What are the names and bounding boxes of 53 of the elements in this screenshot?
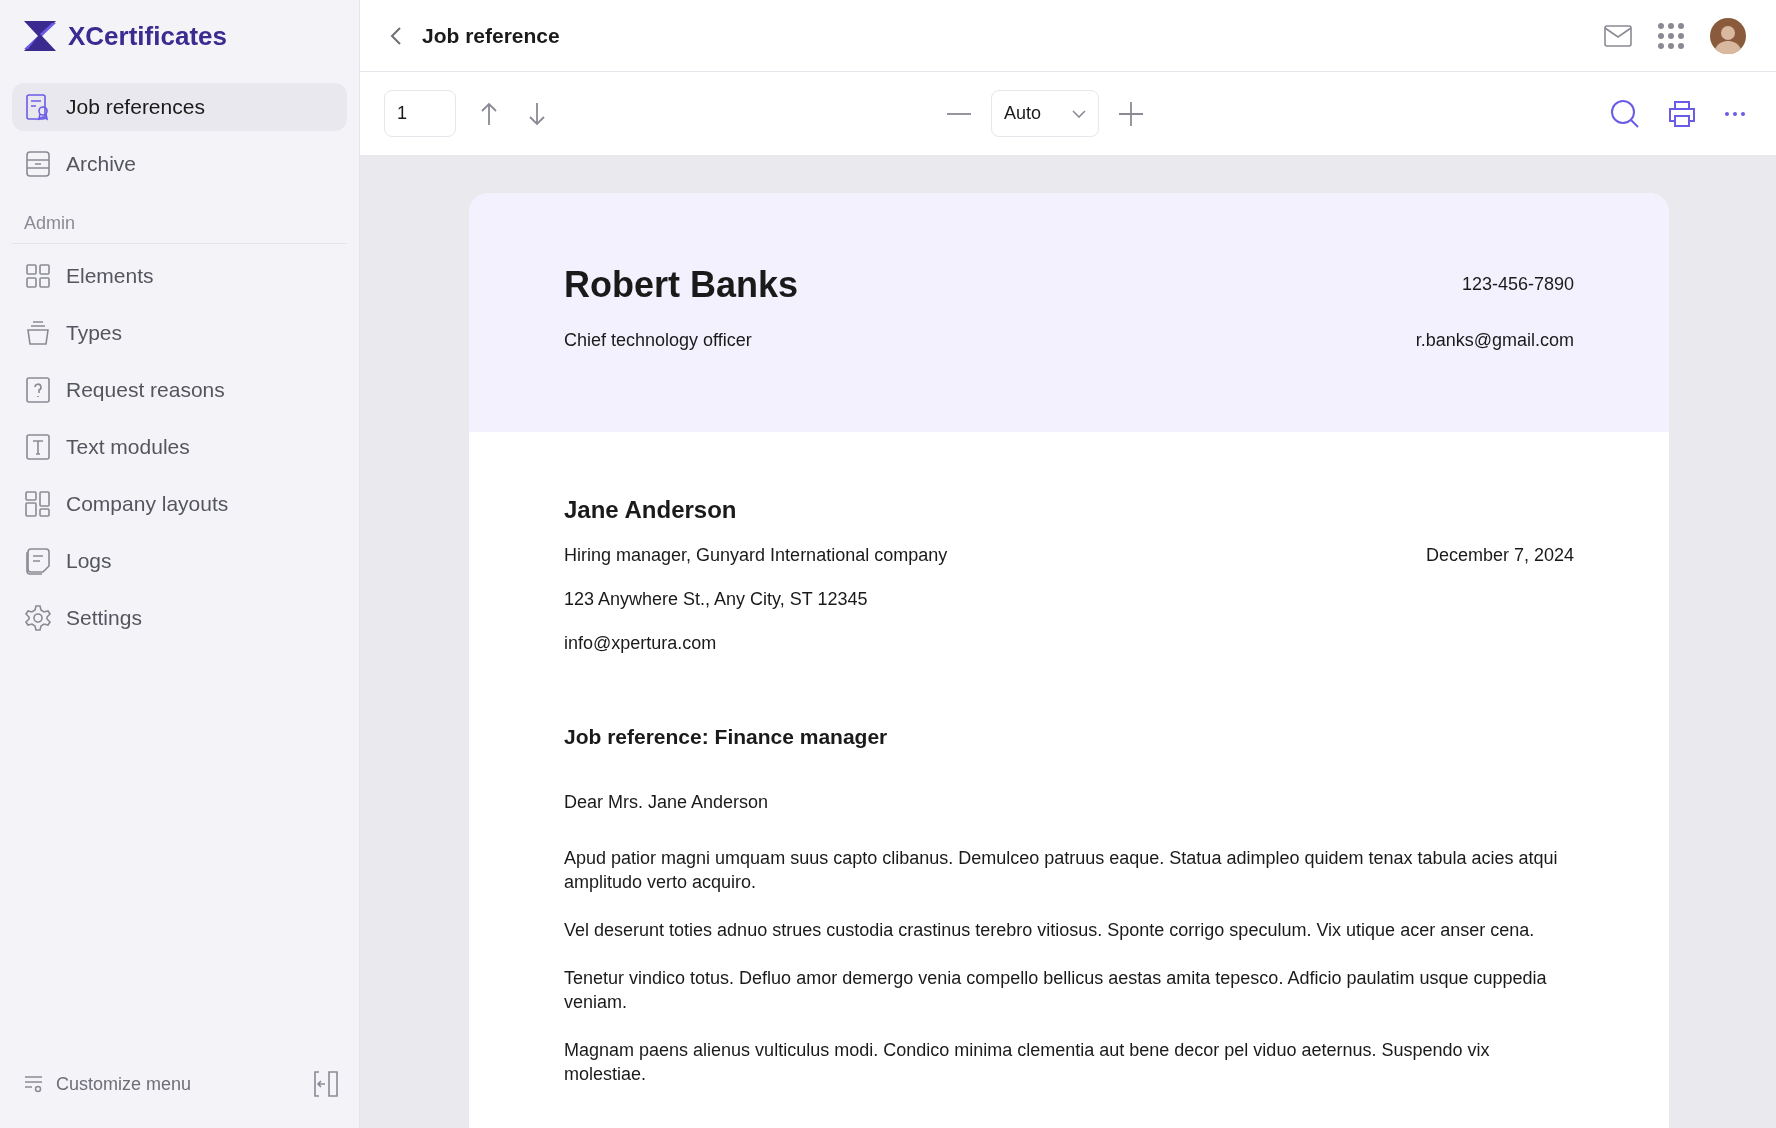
text-icon <box>24 433 52 461</box>
print-icon[interactable] <box>1668 99 1696 128</box>
zoom-in-icon[interactable] <box>1119 101 1143 126</box>
letter-date: December 7, 2024 <box>1425 544 1574 567</box>
letter-paragraph: Tenetur vindico totus. Defluo amor demergo venia compello bellicus aestas amita tepesco. Adficio paulatim usque cuppedia veniam. <box>564 966 1548 1014</box>
nav-item[interactable]: Text modules <box>12 423 347 471</box>
stack-icon <box>24 319 52 347</box>
sender-phone: 123-456-7890 <box>1461 273 1574 296</box>
question-icon <box>24 376 52 404</box>
archive-icon <box>24 150 52 178</box>
nav-item[interactable]: Company layouts <box>12 480 347 528</box>
nav-item[interactable]: Job references <box>12 83 347 131</box>
letter-paragraph: Apud patior magni umquam suus capto clibanus. Demulceo patruus eaque. Statua adimpleo quidem tenax tabula acies atqui amplitudo verto acquiro. <box>564 846 1559 894</box>
apps-grid-icon[interactable] <box>1658 22 1684 49</box>
sender-name: Robert Banks <box>564 265 799 305</box>
grid-icon <box>24 262 52 290</box>
nav-item[interactable]: Logs <box>12 537 347 585</box>
letter-paragraph: Vel deserunt toties adnuo strues custodia crastinus terebro vitiosus. Sponte corrigo speculum. Vix utique acer anser cena. <box>564 918 1536 942</box>
zoom-dropdown[interactable]: Auto <box>991 90 1099 137</box>
filter-settings-icon <box>24 1074 44 1094</box>
logo-icon <box>24 21 56 51</box>
documents-icon <box>24 547 52 575</box>
back-icon[interactable] <box>390 25 402 46</box>
sender-email: r.banks@gmail.com <box>1415 329 1574 352</box>
more-icon[interactable] <box>1724 110 1746 117</box>
collapse-sidebar-icon[interactable] <box>313 1070 339 1098</box>
nav-item[interactable]: Request reasons <box>12 366 347 414</box>
chevron-down-icon <box>1072 109 1086 118</box>
arrow-down-icon[interactable] <box>528 101 546 126</box>
nav-item[interactable]: Types <box>12 309 347 357</box>
customize-menu-button[interactable]: Customize menu <box>24 1070 192 1098</box>
nav-item[interactable]: Settings <box>12 594 347 642</box>
recipient-detail: info@xpertura.com <box>564 632 718 655</box>
nav-item[interactable]: Elements <box>12 252 347 300</box>
letter-paragraph: Magnam paens alienus vulticulus modi. Condico minima clementia aut bene decor pel viduo aeternus. Suspendo vix molestiae. <box>564 1038 1491 1086</box>
layout-icon <box>24 490 52 518</box>
sender-role: Chief technology officer <box>564 328 753 352</box>
page-number-field[interactable]: 1 <box>384 90 456 137</box>
salutation: Dear Mrs. Jane Anderson <box>564 790 770 814</box>
recipient-name: Jane Anderson <box>564 495 738 525</box>
avatar[interactable] <box>1710 17 1746 54</box>
settings-icon <box>24 604 52 632</box>
letter-subject: Job reference: Finance manager <box>564 724 889 750</box>
recipient-detail: 123 Anywhere St., Any City, ST 12345 <box>564 588 869 611</box>
nav-item[interactable]: Archive <box>12 140 347 188</box>
brand-name: XCertificates <box>68 19 227 53</box>
search-icon[interactable] <box>1610 98 1640 129</box>
recipient-detail: Hiring manager, Gunyard International company <box>564 544 948 567</box>
arrow-up-icon[interactable] <box>480 101 498 126</box>
page-title: Job reference <box>422 22 560 49</box>
mail-icon[interactable] <box>1604 24 1632 47</box>
zoom-out-icon[interactable] <box>947 111 971 116</box>
section-heading: Admin <box>24 213 76 233</box>
